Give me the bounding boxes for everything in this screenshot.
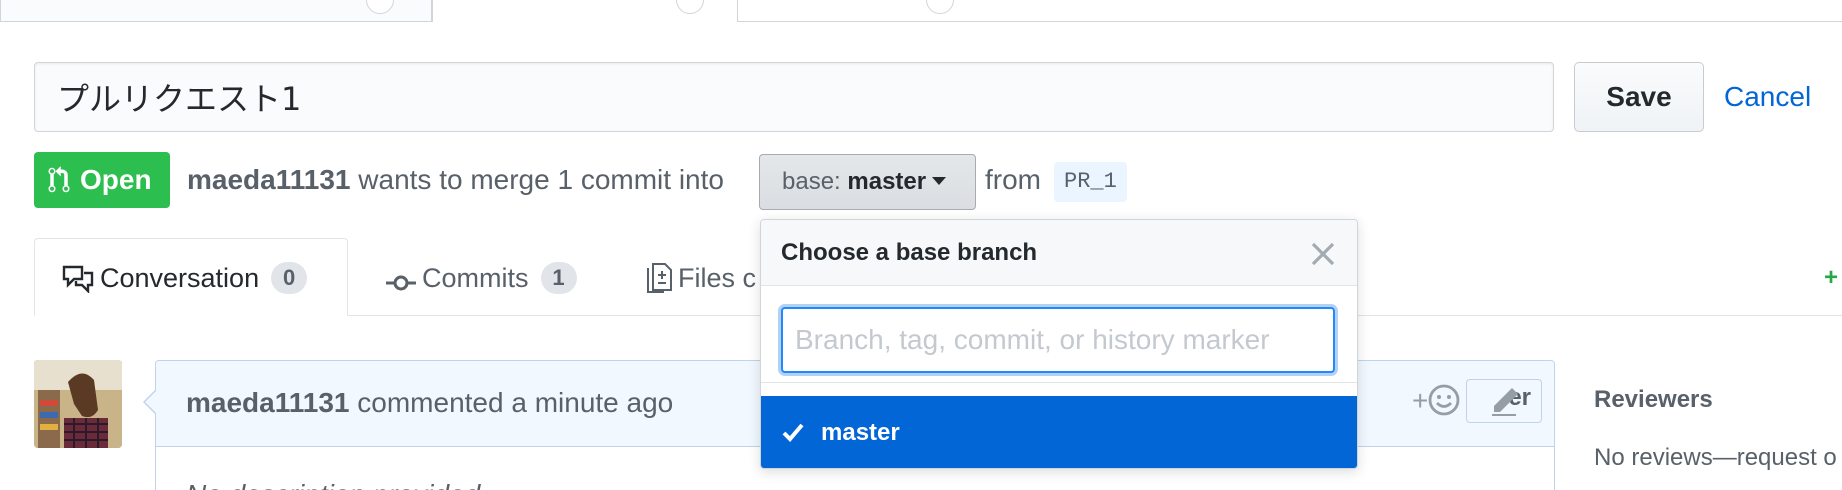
check-icon (782, 423, 804, 442)
branch-item-master[interactable]: master (761, 396, 1357, 468)
prev-tab-counter (926, 0, 954, 14)
base-branch-name: master (847, 168, 927, 195)
pr-title-input[interactable] (34, 62, 1554, 132)
merge-summary: maeda11131 wants to merge 1 commit into (187, 162, 724, 198)
tab-files-changed[interactable]: Files c (646, 258, 756, 298)
base-prefix: base: (782, 168, 841, 195)
comment-pointer-fill (145, 390, 157, 414)
previous-tab-strip (0, 0, 1842, 22)
reviewers-status: No reviews—request o (1594, 444, 1837, 471)
reaction-plus: + (1412, 385, 1429, 416)
tab-counter: 1 (540, 262, 577, 294)
branch-filter-input[interactable] (781, 307, 1335, 373)
close-icon[interactable] (1309, 240, 1337, 268)
pencil-icon (1492, 388, 1518, 416)
comment-timestamp[interactable]: commented a minute ago (357, 387, 673, 418)
dropdown-title: Choose a base branch (781, 239, 1038, 266)
merge-text: wants to merge 1 commit into (358, 164, 724, 195)
comment-discussion-icon (62, 265, 94, 294)
save-button[interactable]: Save (1574, 62, 1704, 132)
prev-tab-underline (738, 21, 1842, 22)
smiley-icon (1428, 384, 1460, 416)
file-diff-icon (647, 263, 672, 293)
reviewers-heading[interactable]: Reviewers (1594, 386, 1713, 414)
head-branch-ref[interactable]: PR_1 (1054, 162, 1127, 202)
add-reaction-button[interactable]: + (1412, 384, 1460, 417)
dropdown-header: Choose a base branch (761, 220, 1357, 286)
state-label: Open (80, 164, 152, 195)
caret-down-icon (932, 177, 947, 185)
tab-conversation[interactable]: Conversation 0 (62, 258, 308, 298)
cancel-link[interactable]: Cancel (1724, 80, 1811, 114)
dropdown-filter (761, 287, 1357, 383)
tab-commits[interactable]: Commits 1 (386, 258, 577, 298)
comment-author[interactable]: maeda11131 (186, 387, 350, 418)
base-branch-selector[interactable]: base: master (759, 154, 976, 210)
comment-title: maeda11131 commented a minute ago (186, 385, 673, 421)
comment-body: No description provided. (186, 479, 488, 490)
git-pull-request-icon (48, 166, 70, 193)
avatar[interactable] (34, 360, 122, 448)
branch-item-label: master (821, 419, 900, 446)
tab-label: Commits (422, 263, 529, 293)
avatar-image (34, 360, 122, 448)
tab-label: Conversation (100, 263, 260, 293)
base-branch-dropdown: Choose a base branch master (760, 219, 1358, 469)
edit-comment-button[interactable] (1488, 386, 1520, 423)
pr-state-badge: Open (34, 152, 170, 208)
author-link[interactable]: maeda11131 (187, 164, 351, 195)
tab-label: Files c (678, 263, 757, 293)
from-label: from (985, 164, 1041, 195)
tab-counter: 0 (271, 262, 308, 294)
git-commit-icon (386, 275, 416, 291)
diffstat-fragment: + (1824, 264, 1839, 291)
